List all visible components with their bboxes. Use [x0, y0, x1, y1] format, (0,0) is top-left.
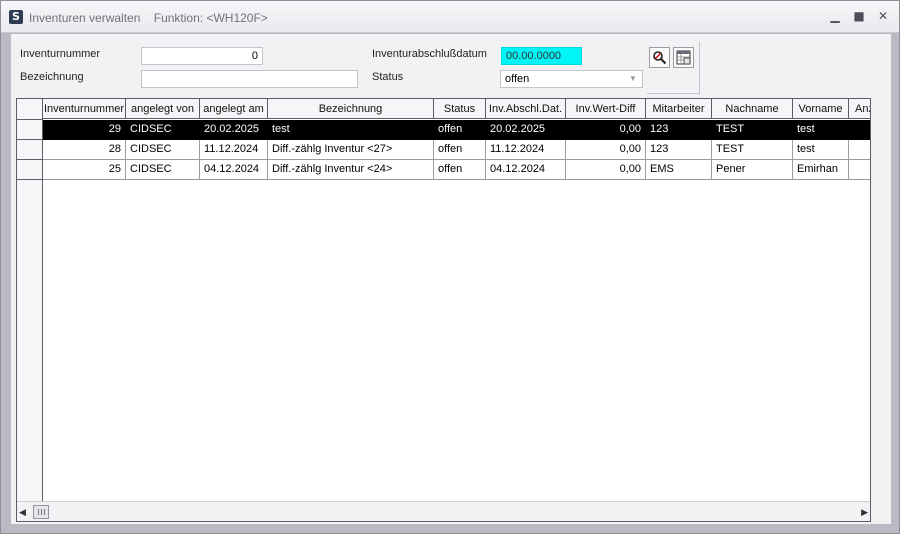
- cell-status: offen: [434, 140, 486, 160]
- bezeichnung-label: Bezeichnung: [20, 71, 84, 83]
- column-header-angelegt-von[interactable]: angelegt von: [126, 99, 200, 119]
- minimize-button[interactable]: ▁: [827, 8, 843, 24]
- cell-inv-wert-diff: 0,00: [566, 160, 646, 180]
- grip-line: [41, 509, 42, 515]
- cell-nachname: Pener: [712, 160, 793, 180]
- cell-angelegt-am: 04.12.2024: [200, 160, 268, 180]
- cell-anz: [849, 140, 870, 160]
- horizontal-scrollbar[interactable]: ◀ ▶: [17, 501, 870, 521]
- cell-status: offen: [434, 160, 486, 180]
- close-button[interactable]: ✕: [875, 8, 891, 24]
- column-header-bezeichnung[interactable]: Bezeichnung: [268, 99, 434, 119]
- app-logo-icon: S: [9, 10, 23, 24]
- status-label: Status: [372, 71, 404, 83]
- grid-header: Inventurnummer angelegt von angelegt am …: [43, 99, 870, 119]
- scrollbar-thumb[interactable]: [33, 505, 49, 519]
- row-indicator-header: [17, 99, 42, 120]
- cell-anz: [849, 120, 870, 140]
- window-title-text: Inventuren verwalten: [29, 11, 141, 25]
- cell-angelegt-am: 20.02.2025: [200, 120, 268, 140]
- grip-line: [38, 509, 39, 515]
- cell-inv-abschl-dat: 04.12.2024: [486, 160, 566, 180]
- cell-vorname: test: [793, 120, 849, 140]
- cell-inventurnummer: 25: [43, 160, 126, 180]
- inventurabschlussdatum-label: Inventurabschlußdatum: [372, 48, 487, 60]
- chevron-down-icon[interactable]: ▼: [626, 72, 640, 86]
- grip-line: [44, 509, 45, 515]
- column-header-vorname[interactable]: Vorname: [793, 99, 849, 119]
- column-header-inv-wert-diff[interactable]: Inv.Wert-Diff: [566, 99, 646, 119]
- cell-angelegt-am: 11.12.2024: [200, 140, 268, 160]
- cell-vorname: test: [793, 140, 849, 160]
- cell-status: offen: [434, 120, 486, 140]
- table-row[interactable]: 25 CIDSEC 04.12.2024 Diff.-zählg Inventu…: [43, 160, 870, 180]
- cell-angelegt-von: CIDSEC: [126, 120, 200, 140]
- inventurnummer-label: Inventurnummer: [20, 48, 101, 60]
- column-header-angelegt-am[interactable]: angelegt am: [200, 99, 268, 119]
- cell-inv-wert-diff: 0,00: [566, 140, 646, 160]
- scroll-right-icon[interactable]: ▶: [858, 506, 868, 518]
- inventory-grid[interactable]: Inventurnummer angelegt von angelegt am …: [16, 98, 871, 522]
- column-header-anz[interactable]: Anz: [849, 99, 870, 119]
- search-button[interactable]: [649, 47, 670, 68]
- cell-mitarbeiter: 123: [646, 140, 712, 160]
- row-indicator-column: [17, 99, 43, 521]
- table-export-icon: [676, 50, 691, 65]
- cell-bezeichnung: Diff.-zählg Inventur <27>: [268, 140, 434, 160]
- cell-vorname: Emirhan: [793, 160, 849, 180]
- cell-angelegt-von: CIDSEC: [126, 160, 200, 180]
- row-indicator[interactable]: [17, 160, 42, 180]
- function-code: Funktion: <WH120F>: [153, 11, 268, 25]
- inventurnummer-input[interactable]: 0: [141, 47, 263, 65]
- main-window: S Inventuren verwalten Funktion: <WH120F…: [0, 0, 900, 534]
- title-bar[interactable]: S Inventuren verwalten Funktion: <WH120F…: [1, 1, 899, 33]
- table-row[interactable]: 29 CIDSEC 20.02.2025 test offen 20.02.20…: [43, 120, 870, 140]
- cell-inv-abschl-dat: 11.12.2024: [486, 140, 566, 160]
- cell-inventurnummer: 29: [43, 120, 126, 140]
- column-header-nachname[interactable]: Nachname: [712, 99, 793, 119]
- scroll-left-icon[interactable]: ◀: [19, 506, 29, 518]
- row-indicator[interactable]: [17, 140, 42, 160]
- column-header-mitarbeiter[interactable]: Mitarbeiter: [646, 99, 712, 119]
- inventurabschlussdatum-input[interactable]: 00.00.0000: [501, 47, 582, 65]
- bezeichnung-input[interactable]: [141, 70, 358, 88]
- cell-nachname: TEST: [712, 120, 793, 140]
- client-area: Inventurnummer 0 Bezeichnung Inventurabs…: [11, 34, 891, 524]
- cell-inv-abschl-dat: 20.02.2025: [486, 120, 566, 140]
- column-header-status[interactable]: Status: [434, 99, 486, 119]
- cell-inv-wert-diff: 0,00: [566, 120, 646, 140]
- status-select-value: offen: [505, 73, 530, 85]
- cell-inventurnummer: 28: [43, 140, 126, 160]
- cell-angelegt-von: CIDSEC: [126, 140, 200, 160]
- cell-bezeichnung: test: [268, 120, 434, 140]
- column-header-inv-abschl-dat[interactable]: Inv.Abschl.Dat.: [486, 99, 566, 119]
- status-select[interactable]: offen ▼: [500, 70, 643, 88]
- cell-anz: [849, 160, 870, 180]
- window-title: Inventuren verwalten Funktion: <WH120F>: [29, 11, 268, 25]
- row-indicator[interactable]: [17, 120, 42, 140]
- maximize-button[interactable]: ■: [851, 8, 867, 24]
- cell-mitarbeiter: EMS: [646, 160, 712, 180]
- table-row[interactable]: 28 CIDSEC 11.12.2024 Diff.-zählg Inventu…: [43, 140, 870, 160]
- cell-mitarbeiter: 123: [646, 120, 712, 140]
- export-button[interactable]: [673, 47, 694, 68]
- cell-nachname: TEST: [712, 140, 793, 160]
- cell-bezeichnung: Diff.-zählg Inventur <24>: [268, 160, 434, 180]
- search-icon: [653, 51, 667, 65]
- column-header-inventurnummer[interactable]: Inventurnummer: [43, 99, 126, 119]
